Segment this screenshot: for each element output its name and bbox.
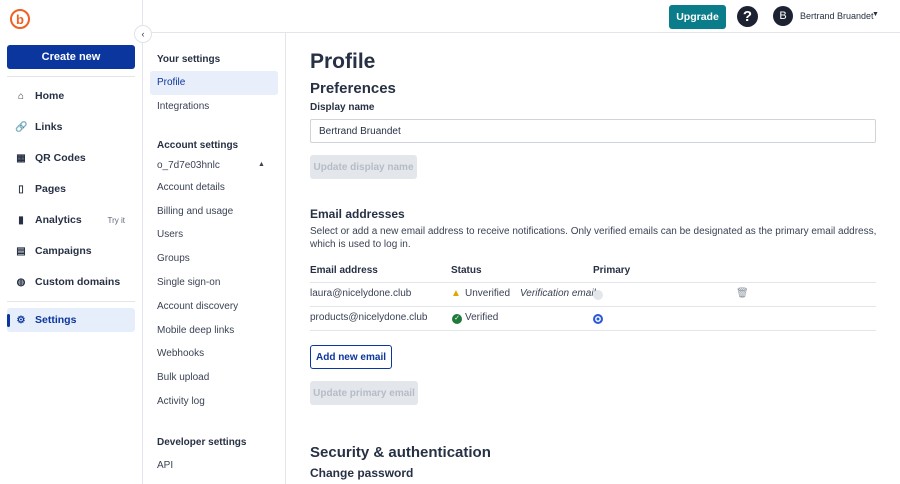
nav-campaigns[interactable]: ▤ Campaigns: [7, 239, 135, 263]
settings-account-discovery[interactable]: Account discovery: [157, 301, 238, 312]
divider: [310, 306, 876, 307]
nav-analytics[interactable]: ▮ Analytics Try it: [7, 208, 135, 232]
primary-radio[interactable]: [593, 290, 603, 300]
settings-account-details[interactable]: Account details: [157, 182, 225, 193]
email-description: Select or add a new email address to rec…: [310, 226, 877, 250]
display-name-input[interactable]: [310, 119, 876, 143]
upgrade-button[interactable]: Upgrade: [669, 5, 726, 29]
divider: [310, 282, 876, 283]
settings-api[interactable]: API: [157, 460, 173, 471]
nav-label: Analytics: [35, 214, 82, 226]
settings-sso[interactable]: Single sign-on: [157, 277, 220, 288]
collapse-sidebar-button[interactable]: ‹: [134, 25, 152, 43]
account-settings-heading: Account settings: [157, 140, 239, 151]
globe-icon: ◍: [16, 276, 26, 288]
nav-custom-domains[interactable]: ◍ Custom domains: [7, 270, 135, 294]
column-primary: Primary: [593, 265, 631, 276]
email-address: products@nicelydone.club: [310, 312, 428, 323]
update-display-name-button[interactable]: Update display name: [310, 155, 417, 179]
qr-icon: ▦: [16, 152, 26, 164]
add-new-email-button[interactable]: Add new email: [310, 345, 392, 369]
developer-settings-heading: Developer settings: [157, 437, 247, 448]
display-name-label: Display name: [310, 102, 375, 113]
status-unverified: Unverified: [465, 288, 511, 299]
nav-label: Settings: [35, 314, 77, 326]
settings-bulk-upload[interactable]: Bulk upload: [157, 372, 209, 383]
nav-label: Links: [35, 121, 63, 133]
nav-label: QR Codes: [35, 152, 86, 164]
create-new-button[interactable]: Create new: [7, 45, 135, 69]
change-password-heading: Change password: [310, 466, 414, 480]
gear-icon: ⚙: [16, 314, 26, 326]
security-heading: Security & authentication: [310, 444, 491, 461]
divider: [7, 301, 135, 302]
settings-mobile-deep-links[interactable]: Mobile deep links: [157, 325, 234, 336]
nav-label: Pages: [35, 183, 66, 195]
your-settings-heading: Your settings: [157, 54, 221, 65]
analytics-icon: ▮: [18, 214, 24, 226]
link-icon: 🔗: [15, 121, 28, 133]
settings-profile[interactable]: Profile: [157, 77, 185, 88]
settings-integrations[interactable]: Integrations: [157, 101, 209, 112]
caret-down-icon[interactable]: ▼: [872, 11, 879, 18]
chevron-up-icon[interactable]: ▲: [258, 161, 265, 168]
nav-label: Campaigns: [35, 245, 92, 257]
account-switcher[interactable]: o_7d7e03hnlc: [157, 160, 220, 171]
column-email: Email address: [310, 265, 378, 276]
divider: [7, 76, 135, 77]
check-circle-icon: ✓: [452, 314, 462, 324]
nav-settings[interactable]: ⚙ Settings: [7, 308, 135, 332]
settings-webhooks[interactable]: Webhooks: [157, 348, 204, 359]
nav-home[interactable]: ⌂ Home: [7, 84, 135, 108]
update-primary-email-button[interactable]: Update primary email: [310, 381, 418, 405]
settings-users[interactable]: Users: [157, 229, 183, 240]
warning-icon: ▲: [451, 288, 461, 299]
settings-billing[interactable]: Billing and usage: [157, 206, 233, 217]
nav-label: Custom domains: [35, 276, 121, 288]
column-status: Status: [451, 265, 482, 276]
user-name[interactable]: Bertrand Bruandet: [800, 11, 874, 21]
primary-radio-selected[interactable]: [593, 314, 603, 324]
try-it-badge: Try it: [107, 215, 125, 225]
page-title: Profile: [310, 50, 376, 73]
active-indicator: [7, 314, 10, 327]
settings-activity-log[interactable]: Activity log: [157, 396, 205, 407]
email-addresses-heading: Email addresses: [310, 207, 405, 221]
pages-icon: ▯: [18, 183, 24, 195]
settings-groups[interactable]: Groups: [157, 253, 190, 264]
verification-email-link[interactable]: Verification email: [520, 288, 596, 299]
status-verified: Verified: [465, 312, 499, 323]
nav-pages[interactable]: ▯ Pages: [7, 177, 135, 201]
preferences-heading: Preferences: [310, 80, 396, 97]
divider: [310, 330, 876, 331]
nav-qr-codes[interactable]: ▦ QR Codes: [7, 146, 135, 170]
nav-links[interactable]: 🔗 Links: [7, 115, 135, 139]
email-address: laura@nicelydone.club: [310, 288, 412, 299]
help-icon[interactable]: ?: [737, 6, 758, 27]
nav-label: Home: [35, 90, 65, 102]
avatar[interactable]: B: [773, 6, 793, 26]
bitly-logo[interactable]: b: [10, 9, 30, 29]
trash-icon[interactable]: 🗑: [736, 288, 749, 299]
campaigns-icon: ▤: [16, 245, 26, 257]
home-icon: ⌂: [17, 90, 25, 102]
